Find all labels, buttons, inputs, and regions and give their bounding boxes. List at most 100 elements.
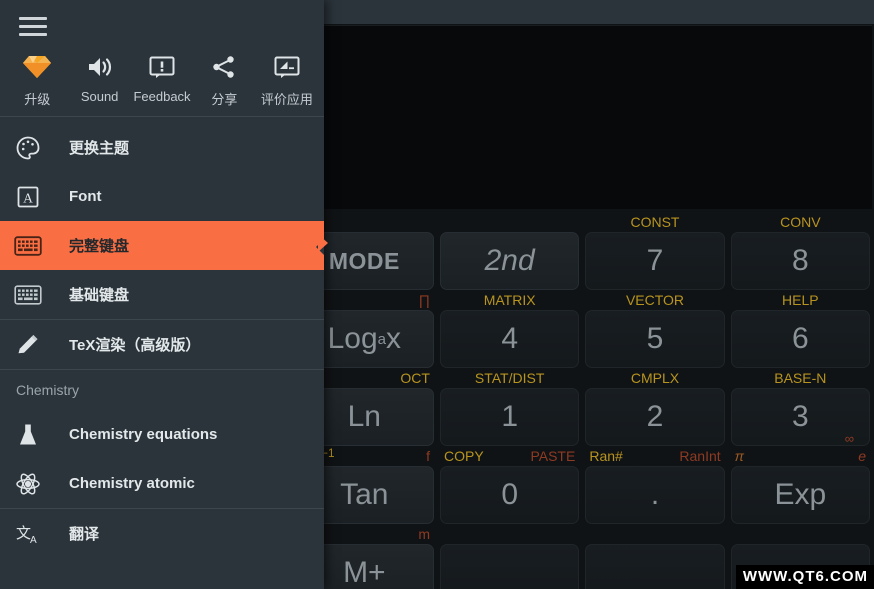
quick-action-upgrade[interactable]: 升级 (6, 53, 68, 108)
key-blank-4[interactable] (585, 544, 725, 589)
basic-keyboard-icon (11, 278, 45, 312)
key-2[interactable]: 2 (585, 388, 725, 446)
key-exp[interactable]: Exp (730, 466, 870, 524)
sidebar-item-label: Chemistry atomic (69, 475, 195, 492)
key-sublabel-pi-product[interactable]: ∏ (418, 293, 430, 307)
flask-icon (11, 418, 45, 452)
key-sublabel-statdist[interactable]: STAT/DIST (475, 371, 544, 385)
key-sublabel-f[interactable]: f (426, 449, 430, 463)
quick-action-label: 升级 (24, 92, 51, 107)
sidebar-item-translate[interactable]: 文 A 翻译 (0, 509, 324, 558)
key-cell (439, 524, 580, 589)
translate-icon: 文 A (11, 517, 45, 551)
navigation-drawer: 升级 Sound Feedback 分享 评价应用 更换主题 A Font 完整… (0, 0, 324, 589)
hamburger-bar (19, 32, 47, 36)
svg-text:文: 文 (16, 524, 31, 542)
key-sublabels: CONV (731, 212, 870, 232)
key-cell: CONST 7 (585, 212, 725, 290)
feedback-icon (149, 53, 175, 81)
watermark: WWW.QT6.COM (735, 565, 874, 589)
key-7[interactable]: 7 (585, 232, 725, 290)
key-sublabels: π e (731, 446, 870, 466)
key-cell: COPY PASTE 0 (439, 446, 580, 524)
key-4[interactable]: 4 (439, 310, 580, 368)
key-blank-3[interactable] (439, 544, 580, 589)
sidebar-item-label: Font (69, 188, 102, 205)
key-cell: 2nd (439, 212, 580, 290)
key-cell: MATRIX 4 (439, 290, 580, 368)
drawer-menu: 更换主题 A Font 完整键盘 基础键盘 TeX渲染（高级版） Chemist… (0, 123, 324, 589)
key-sublabels (440, 212, 579, 232)
quick-action-label: Sound (80, 89, 119, 104)
key-sublabels: CMPLX (585, 368, 724, 388)
key-sublabel-pi[interactable]: π (735, 449, 744, 463)
sidebar-item-label: 基础键盘 (69, 287, 130, 304)
key-sublabel-vector[interactable]: VECTOR (626, 293, 684, 307)
sidebar-item-label: 完整键盘 (69, 238, 130, 255)
key-8[interactable]: 8 (730, 232, 870, 290)
key-sublabel-euler[interactable]: e (858, 449, 866, 463)
quick-action-label: 分享 (211, 92, 238, 107)
sidebar-item-tex-render[interactable]: TeX渲染（高级版） (0, 320, 324, 369)
quick-action-share[interactable]: 分享 (193, 53, 255, 108)
sidebar-item-chemistry-equations[interactable]: Chemistry equations (0, 410, 324, 459)
sidebar-item-chemistry-atomic[interactable]: Chemistry atomic (0, 459, 324, 508)
key-2nd[interactable]: 2nd (439, 232, 580, 290)
key-sublabels: HELP (731, 290, 870, 310)
key-sublabel-basen[interactable]: BASE-N (774, 371, 826, 385)
key-5[interactable]: 5 (585, 310, 725, 368)
hamburger-bar (19, 16, 47, 20)
key-sublabels (440, 524, 579, 544)
key-sublabel-ran[interactable]: Ran# (589, 449, 622, 463)
quick-action-rate-app[interactable]: 评价应用 (256, 53, 318, 108)
sidebar-item-label: 翻译 (69, 526, 100, 543)
quick-action-label: 评价应用 (260, 92, 313, 107)
key-cell: CONV 8 (730, 212, 870, 290)
infinity-badge: ∞ (844, 431, 854, 446)
key-sublabel-ranint[interactable]: RanInt (679, 449, 720, 463)
drawer-edge-arrow-icon[interactable] (316, 232, 330, 254)
sidebar-item-font[interactable]: A Font (0, 172, 324, 221)
sidebar-item-basic-keyboard[interactable]: 基础键盘 (0, 270, 324, 319)
key-0[interactable]: 0 (439, 466, 580, 524)
key-6[interactable]: 6 (730, 310, 870, 368)
rate-app-icon (274, 53, 300, 81)
key-sublabels: BASE-N (731, 368, 870, 388)
palette-icon (11, 131, 45, 165)
sidebar-item-full-keyboard[interactable]: 完整键盘 (0, 221, 324, 270)
hamburger-icon[interactable] (10, 3, 56, 49)
key-sublabels: Ran# RanInt (585, 446, 724, 466)
font-icon: A (11, 180, 45, 214)
key-sublabels: STAT/DIST (440, 368, 579, 388)
sidebar-item-change-theme[interactable]: 更换主题 (0, 123, 324, 172)
key-sublabel-oct[interactable]: OCT (400, 371, 430, 385)
quick-action-sound[interactable]: Sound (68, 53, 130, 108)
key-1[interactable]: 1 (439, 388, 580, 446)
key-cell (585, 524, 725, 589)
svg-text:A: A (30, 535, 37, 546)
key-sublabel-copy[interactable]: COPY (444, 449, 484, 463)
key-cell: Ran# RanInt . (585, 446, 725, 524)
full-keyboard-icon (11, 229, 45, 263)
key-cell: STAT/DIST 1 (439, 368, 580, 446)
key-sublabels (731, 524, 870, 544)
hamburger-bar (19, 24, 47, 28)
key-decimal-point[interactable]: . (585, 466, 725, 524)
key-sublabel-help[interactable]: HELP (782, 293, 819, 307)
key-cell: π e Exp (730, 446, 870, 524)
key-sublabel-matrix[interactable]: MATRIX (484, 293, 536, 307)
diamond-icon (22, 53, 52, 81)
atom-icon (11, 467, 45, 501)
key-sublabel-paste[interactable]: PASTE (530, 449, 575, 463)
key-sublabel-conv[interactable]: CONV (780, 215, 820, 229)
key-sublabel-m[interactable]: m (418, 527, 430, 541)
key-sublabel-const[interactable]: CONST (630, 215, 679, 229)
key-cell: HELP 6 (730, 290, 870, 368)
key-sublabels: CONST (585, 212, 724, 232)
key-sublabels: COPY PASTE (440, 446, 579, 466)
key-sublabel-cmplx[interactable]: CMPLX (631, 371, 679, 385)
key-cell: CMPLX 2 (585, 368, 725, 446)
quick-action-feedback[interactable]: Feedback (131, 53, 193, 108)
app-root: ∞ MODE 2nd CONST 7 CONV 8 ∏ Log a x MATR… (0, 0, 874, 589)
key-sublabels: MATRIX (440, 290, 579, 310)
